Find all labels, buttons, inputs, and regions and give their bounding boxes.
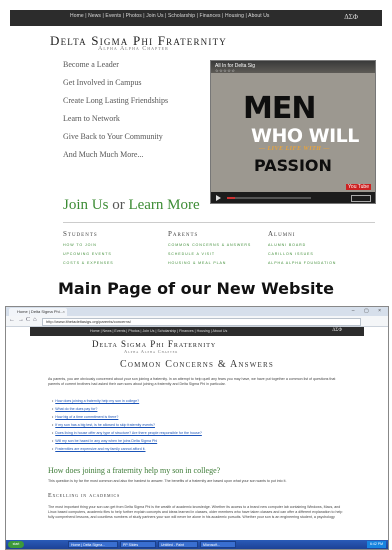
join-us-link[interactable]: Join Us bbox=[63, 197, 108, 213]
page-site-subtitle: Alpha Alpha Chapter bbox=[124, 349, 179, 354]
fullscreen-icon[interactable] bbox=[351, 195, 371, 202]
link-schedule-visit[interactable]: Schedule a Visit bbox=[168, 252, 215, 256]
link-carillon-issues[interactable]: Carillon Issues bbox=[268, 252, 314, 256]
window-controls[interactable]: – ▢ × bbox=[352, 308, 385, 314]
page-nav-links[interactable]: Home | News | Events | Photos | Join Us … bbox=[90, 329, 227, 333]
column-heading-alumni: Alumni bbox=[268, 230, 296, 238]
faq-link-6[interactable]: Will my son be hazed in any way when he … bbox=[52, 439, 157, 443]
back-icon[interactable]: ← bbox=[9, 317, 15, 323]
play-icon[interactable] bbox=[216, 195, 221, 201]
column-heading-parents: Parents bbox=[168, 230, 199, 238]
menu-item-community[interactable]: Give Back to Your Community bbox=[63, 132, 163, 141]
video-text-who-will: WHO WILL bbox=[251, 125, 359, 147]
link-how-to-join[interactable]: How to Join bbox=[63, 243, 97, 247]
url-field[interactable]: http://www.ithetadeltasigs.org/parents/c… bbox=[42, 318, 361, 326]
address-bar: ← → C ⌂ http://www.ithetadeltasigs.org/p… bbox=[6, 316, 388, 327]
menu-item-network[interactable]: Learn to Network bbox=[63, 114, 120, 123]
site-subtitle: Alpha Alpha Chapter bbox=[98, 46, 169, 52]
greek-letters-logo[interactable]: ΔΣΦ bbox=[344, 13, 358, 21]
tab-title: Home | Delta Sigma Phi... bbox=[17, 309, 63, 314]
faq-link-3[interactable]: How big of a time commitment is there? bbox=[52, 415, 118, 419]
subsection-paragraph: The most important thing your son can ge… bbox=[48, 505, 343, 519]
caption-main-page: Main Page of our New Website bbox=[58, 279, 334, 298]
video-text-passion: PASSION bbox=[254, 156, 332, 175]
faq-link-5[interactable]: Does living in house offer any type of s… bbox=[52, 431, 202, 435]
section-divider bbox=[63, 222, 375, 223]
taskbar-item-slides[interactable]: PP Slides bbox=[120, 541, 156, 548]
home-icon[interactable]: ⌂ bbox=[33, 317, 37, 323]
tab-close-icon[interactable]: × bbox=[63, 308, 65, 316]
video-player[interactable]: All In for Delta Sig ☆☆☆☆☆ MEN WHO WILL … bbox=[210, 60, 376, 204]
taskbar-item-browser[interactable]: Home | Delta Sigma... bbox=[68, 541, 118, 548]
video-progress-fill bbox=[227, 197, 236, 199]
taskbar-item-microsoft[interactable]: Microsoft... bbox=[200, 541, 236, 548]
video-text-men: MEN bbox=[243, 91, 316, 126]
youtube-logo[interactable]: You Tube bbox=[346, 184, 371, 190]
join-or-text: or bbox=[108, 197, 129, 213]
menu-item-leader[interactable]: Become a Leader bbox=[63, 60, 119, 69]
subsection-heading: Excelling in academics bbox=[48, 493, 121, 499]
link-housing-meal-plan[interactable]: Housing & Meal Plan bbox=[168, 261, 226, 265]
browser-window: Home | Delta Sigma Phi... × – ▢ × ← → C … bbox=[5, 306, 389, 550]
menu-item-more[interactable]: And Much Much More... bbox=[63, 150, 143, 159]
page-site-title: Delta Sigma Phi Fraternity bbox=[92, 339, 217, 349]
top-nav-links[interactable]: Home | News | Events | Photos | Join Us … bbox=[70, 13, 270, 19]
faq-link-7[interactable]: Fraternities are expensive and my family… bbox=[52, 447, 145, 451]
page-nav-bar: Home | News | Events | Photos | Join Us … bbox=[30, 327, 364, 336]
video-progress-bar[interactable] bbox=[227, 197, 311, 199]
link-alpha-foundation[interactable]: Alpha Alpha Foundation bbox=[268, 261, 336, 265]
page-greek-logo[interactable]: ΔΣΦ bbox=[332, 328, 342, 333]
faq-link-4[interactable]: If my son has a big test, is he allowed … bbox=[52, 423, 155, 427]
section-paragraph: This question is by far the most common … bbox=[48, 479, 287, 483]
link-upcoming-events[interactable]: Upcoming Events bbox=[63, 252, 112, 256]
forward-icon[interactable]: → bbox=[18, 317, 24, 323]
link-common-concerns[interactable]: Common Concerns & Answers bbox=[168, 243, 251, 247]
link-alumni-board[interactable]: Alumni Board bbox=[268, 243, 306, 247]
top-nav-bar: Home | News | Events | Photos | Join Us … bbox=[10, 10, 382, 26]
browser-tab[interactable]: Home | Delta Sigma Phi... × bbox=[9, 308, 67, 316]
start-button[interactable]: start bbox=[8, 541, 24, 548]
video-text-live-life: — LIVE LIFE WITH — bbox=[259, 146, 330, 152]
video-rating-stars: ☆☆☆☆☆ bbox=[215, 68, 236, 73]
faq-link-1[interactable]: How does joining a fraternity help my so… bbox=[52, 399, 139, 403]
menu-item-campus[interactable]: Get Involved in Campus bbox=[63, 78, 141, 87]
column-heading-students: Students bbox=[63, 230, 98, 238]
video-controls bbox=[211, 192, 375, 203]
intro-paragraph: As parents, you are obviously concerned … bbox=[48, 377, 336, 386]
faq-link-2[interactable]: What do the dues pay for? bbox=[52, 407, 97, 411]
taskbar-clock: 6:42 PM bbox=[366, 541, 386, 548]
page-heading: Common Concerns & Answers bbox=[120, 359, 274, 370]
link-costs-expenses[interactable]: Costs & Expenses bbox=[63, 261, 114, 265]
reload-icon[interactable]: C bbox=[26, 317, 30, 323]
section-heading: How does joining a fraternity help my so… bbox=[48, 466, 221, 475]
join-us-line: Join Us or Learn More bbox=[63, 197, 200, 214]
browser-tab-bar: Home | Delta Sigma Phi... × – ▢ × bbox=[6, 307, 388, 316]
learn-more-link[interactable]: Learn More bbox=[128, 197, 199, 213]
menu-item-friendships[interactable]: Create Long Lasting Friendships bbox=[63, 96, 168, 105]
taskbar-item-paint[interactable]: Untitled - Paint bbox=[158, 541, 198, 548]
